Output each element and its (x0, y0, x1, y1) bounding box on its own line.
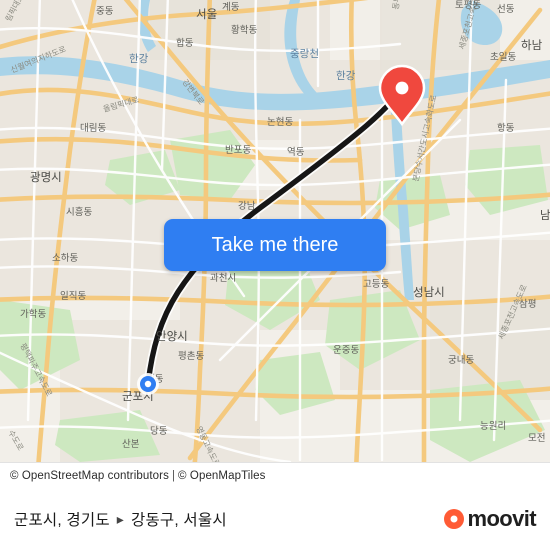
map-place-label: 중동 (96, 6, 114, 17)
map-place-label: 안양시 (156, 330, 188, 343)
map-place-label: 중랑천 (290, 48, 319, 60)
map-place-label: 삼평 (519, 299, 536, 310)
map-attribution: © OpenStreetMap contributors | © OpenMap… (0, 462, 550, 488)
map-place-label: 한강 (129, 53, 149, 65)
map-place-label: 한강 (336, 70, 356, 82)
map-place-label: 황학동 (231, 25, 257, 36)
map-screen: 림픽대로 신월여의지하도로 올림픽대로 강변북로 평택파주고속도로 수도로 영동… (0, 0, 550, 550)
map-place-label: 초일동 (490, 52, 516, 63)
map-place-label: 소하동 (52, 252, 78, 264)
map-place-label: 성남시 (413, 286, 445, 299)
route-summary: 군포시, 경기도 ▸ 강동구, 서울시 (14, 508, 227, 530)
map-place-label: 선동 (497, 4, 515, 15)
route-origin-label: 군포시, 경기도 (14, 512, 110, 529)
map-place-label: 운중동 (333, 345, 359, 356)
map-canvas[interactable]: 림픽대로 신월여의지하도로 올림픽대로 강변북로 평택파주고속도로 수도로 영동… (0, 0, 550, 462)
map-place-label: 반포동 (225, 145, 251, 156)
map-place-label: 합동 (176, 38, 194, 49)
map-place-label: 하남 (521, 38, 543, 52)
route-destination-label: 강동구, 서울시 (131, 512, 227, 529)
map-place-label: 시흥동 (66, 206, 92, 218)
map-place-label: 계동 (222, 1, 240, 13)
map-place-label: 항동 (497, 123, 515, 134)
map-place-label: 대림동 (80, 122, 106, 134)
origin-marker (137, 373, 159, 395)
map-place-label: 광명시 (30, 171, 62, 184)
map-place-label: 남 (540, 209, 550, 222)
map-place-label: 당동 (150, 426, 168, 437)
map-place-label: 산본 (122, 439, 140, 450)
moovit-logo[interactable]: moovit (444, 506, 537, 532)
map-place-label: 역동 (287, 147, 305, 158)
map-place-label: 모전 (528, 433, 545, 444)
map-place-label: 고등동 (363, 279, 389, 290)
openmaptiles-attribution-link[interactable]: © OpenMapTiles (178, 470, 265, 482)
map-place-label: 능원리 (480, 421, 506, 432)
map-place-label: 논현동 (267, 117, 293, 128)
osm-attribution-link[interactable]: © OpenStreetMap contributors (10, 470, 169, 482)
route-arrow-icon: ▸ (116, 511, 125, 527)
attribution-separator: | (171, 469, 176, 482)
map-place-label: 일직동 (60, 291, 86, 302)
map-place-label: 서울 (196, 8, 217, 21)
map-place-label: 평촌동 (178, 351, 204, 362)
moovit-wordmark: moovit (467, 506, 536, 531)
take-me-there-button[interactable]: Take me there (164, 219, 386, 271)
moovit-dot-icon (444, 509, 465, 529)
map-place-label: 가학동 (20, 309, 46, 320)
map-place-label: 강남 (238, 201, 256, 212)
map-place-label: 토평동 (455, 0, 481, 11)
take-me-there-label: Take me there (211, 233, 339, 256)
map-place-label: 궁내동 (448, 355, 474, 366)
map-place-label: 과천시 (210, 273, 236, 284)
footer-bar: 군포시, 경기도 ▸ 강동구, 서울시 moovit (0, 488, 550, 550)
